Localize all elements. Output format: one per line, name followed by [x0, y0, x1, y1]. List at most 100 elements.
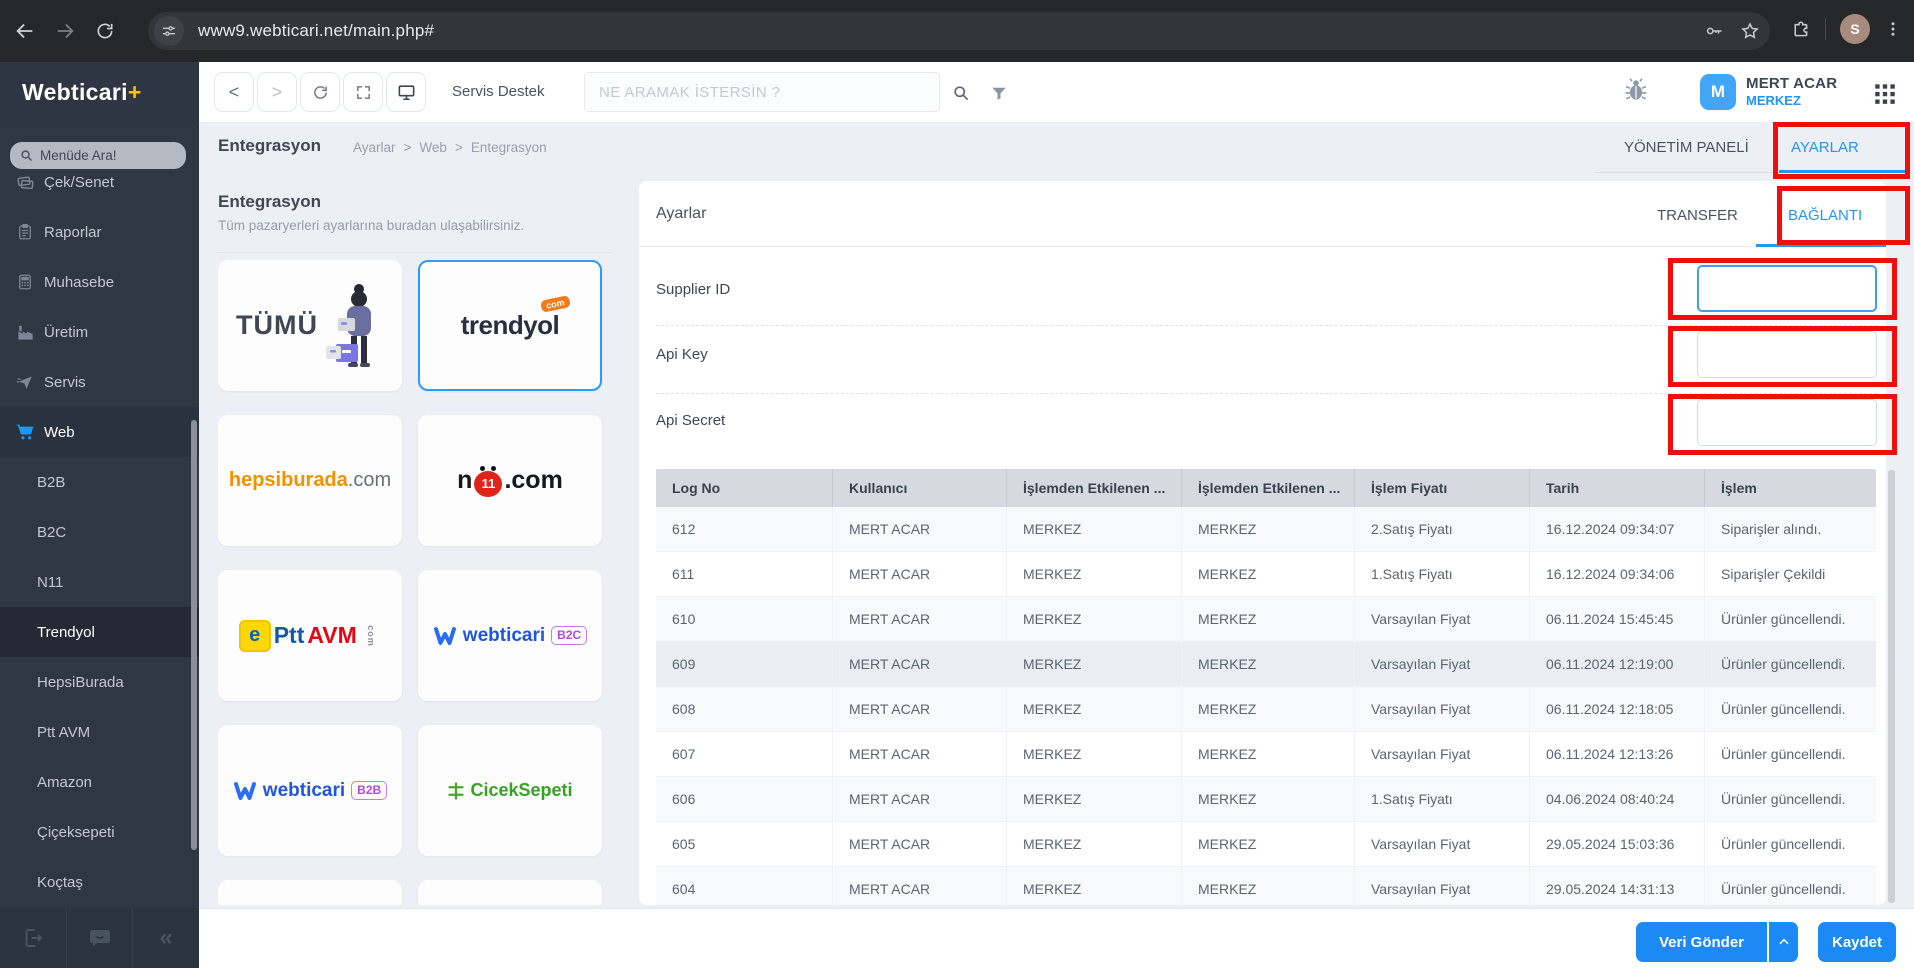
sidebar-item-amazon[interactable]: Amazon — [0, 757, 199, 807]
apps-grid-icon[interactable] — [1872, 80, 1898, 106]
tab-transfer[interactable]: TRANSFER — [1657, 207, 1738, 224]
column-header[interactable]: Kullanıcı — [833, 469, 1007, 507]
messages-icon[interactable] — [67, 908, 134, 968]
tab-baglanti[interactable]: BAĞLANTI — [1788, 207, 1862, 224]
column-header[interactable]: Tarih — [1530, 469, 1705, 507]
sidebar-item-n11[interactable]: N11 — [0, 557, 199, 607]
browser-forward-icon[interactable] — [50, 16, 80, 46]
veri-gonder-button[interactable]: Veri Gönder — [1636, 922, 1767, 962]
column-header[interactable]: Log No — [656, 469, 833, 507]
bookmark-star-icon[interactable] — [1740, 21, 1760, 41]
browser-address-bar[interactable]: www9.webticari.net/main.php# — [148, 12, 1770, 50]
password-key-icon[interactable] — [1704, 21, 1724, 41]
hepsiburada-logo: hepsiburada.com — [229, 469, 391, 492]
table-row[interactable]: 605MERT ACARMERKEZMERKEZVarsayılan Fiyat… — [656, 822, 1876, 867]
chrome-menu-icon[interactable] — [1884, 20, 1902, 38]
collapse-sidebar-icon[interactable]: « — [133, 908, 199, 968]
logout-icon[interactable] — [0, 908, 67, 968]
sidebar-item-muhasebe[interactable]: Muhasebe — [0, 257, 199, 307]
fullscreen-button[interactable] — [343, 72, 383, 112]
cell-user: MERT ACAR — [833, 642, 1007, 687]
app-back-button[interactable]: < — [214, 72, 254, 112]
sidebar-item-servis[interactable]: Servis — [0, 357, 199, 407]
global-search-field[interactable] — [584, 72, 940, 112]
sidebar-item-pttavm[interactable]: Ptt AVM — [0, 707, 199, 757]
cell-action: Ürünler güncellendi. — [1705, 867, 1876, 905]
sidebar-item-b2c[interactable]: B2C — [0, 507, 199, 557]
sidebar-item-cek-senet[interactable]: Çek/Senet — [0, 157, 199, 207]
browser-refresh-icon[interactable] — [90, 16, 120, 46]
tile-webticari-b2b[interactable]: webticari B2B — [218, 725, 402, 856]
global-search-input[interactable] — [585, 73, 967, 111]
tile-hepsiburada[interactable]: hepsiburada.com — [218, 415, 402, 546]
breadcrumb-item[interactable]: Ayarlar — [353, 140, 396, 155]
tile-n11[interactable]: n 11 .com — [418, 415, 602, 546]
column-header[interactable]: İşlem Fiyatı — [1355, 469, 1530, 507]
sidebar-item-b2b[interactable]: B2B — [0, 457, 199, 507]
app-refresh-button[interactable] — [300, 72, 340, 112]
breadcrumb-item[interactable]: Entegrasyon — [471, 140, 547, 155]
tile-partial[interactable] — [218, 880, 402, 905]
column-header[interactable]: İşlemden Etkilenen ... — [1182, 469, 1355, 507]
cell-user: MERT ACAR — [833, 822, 1007, 867]
tile-ciceksepeti[interactable]: CicekSepeti — [418, 725, 602, 856]
browser-profile-avatar[interactable]: S — [1840, 14, 1870, 44]
cell-affected1: MERKEZ — [1007, 507, 1182, 552]
table-row[interactable]: 609MERT ACARMERKEZMERKEZVarsayılan Fiyat… — [656, 642, 1876, 687]
url-text[interactable]: www9.webticari.net/main.php# — [198, 21, 434, 41]
table-row[interactable]: 604MERT ACARMERKEZMERKEZVarsayılan Fiyat… — [656, 867, 1876, 905]
sidebar-item-raporlar[interactable]: Raporlar — [0, 207, 199, 257]
sidebar-scrollbar[interactable] — [191, 420, 197, 850]
tile-pttavm[interactable]: e PttAVMcom — [218, 570, 402, 701]
breadcrumb: Ayarlar > Web > Entegrasyon — [353, 140, 547, 155]
sidebar-item-koctas[interactable]: Koçtaş — [0, 857, 199, 907]
kaydet-button[interactable]: Kaydet — [1818, 922, 1896, 962]
tile-tumu[interactable]: TÜMÜ — [218, 260, 402, 391]
sidebar-item-trendyol[interactable]: Trendyol — [0, 607, 199, 657]
panel-scrollbar[interactable] — [1888, 470, 1895, 903]
sidebar-item-label: B2C — [37, 524, 66, 541]
column-header[interactable]: İşlem — [1705, 469, 1876, 507]
tile-webticari-b2c[interactable]: webticari B2C — [418, 570, 602, 701]
webticari-b2c-logo: webticari B2C — [433, 625, 587, 647]
cell-action: Ürünler güncellendi. — [1705, 822, 1876, 867]
cell-affected1: MERKEZ — [1007, 597, 1182, 642]
chrome-divider — [1825, 18, 1826, 40]
browser-back-icon[interactable] — [10, 16, 40, 46]
extensions-puzzle-icon[interactable] — [1790, 19, 1811, 40]
column-header[interactable]: İşlemden Etkilenen ... — [1007, 469, 1182, 507]
table-row[interactable]: 607MERT ACARMERKEZMERKEZVarsayılan Fiyat… — [656, 732, 1876, 777]
sidebar-item-label: Amazon — [37, 774, 92, 791]
search-icon[interactable] — [948, 80, 974, 106]
supplier-id-input[interactable] — [1697, 265, 1877, 312]
table-row[interactable]: 610MERT ACARMERKEZMERKEZVarsayılan Fiyat… — [656, 597, 1876, 642]
field-label-api-secret: Api Secret — [656, 412, 725, 429]
table-row[interactable]: 608MERT ACARMERKEZMERKEZVarsayılan Fiyat… — [656, 687, 1876, 732]
monitor-button[interactable] — [386, 72, 426, 112]
cell-action: Ürünler güncellendi. — [1705, 732, 1876, 777]
debug-bug-icon[interactable] — [1622, 76, 1650, 104]
flower-asterisk-icon — [447, 782, 465, 800]
sidebar: Çek/Senet Raporlar Muhasebe Üretim — [0, 122, 199, 908]
tab-ayarlar[interactable]: AYARLAR — [1791, 139, 1859, 156]
api-secret-input[interactable] — [1697, 399, 1877, 446]
table-row[interactable]: 606MERT ACARMERKEZMERKEZ1.Satış Fiyatı04… — [656, 777, 1876, 822]
send-options-caret-button[interactable] — [1769, 922, 1798, 962]
sidebar-item-label: Ptt AVM — [37, 724, 90, 741]
sidebar-item-ciceksepeti[interactable]: Çiçeksepeti — [0, 807, 199, 857]
tile-partial[interactable] — [418, 880, 602, 905]
cell-date: 06.11.2024 12:19:00 — [1530, 642, 1705, 687]
filter-funnel-icon[interactable] — [986, 80, 1012, 106]
user-avatar[interactable]: M — [1700, 74, 1736, 110]
api-key-input[interactable] — [1697, 331, 1877, 378]
site-settings-icon[interactable] — [154, 16, 184, 46]
app-forward-button[interactable]: > — [257, 72, 297, 112]
tile-trendyol[interactable]: trendyolcom — [418, 260, 602, 391]
table-row[interactable]: 612MERT ACARMERKEZMERKEZ2.Satış Fiyatı16… — [656, 507, 1876, 552]
sidebar-item-uretim[interactable]: Üretim — [0, 307, 199, 357]
tab-yonetim-paneli[interactable]: YÖNETİM PANELİ — [1624, 139, 1749, 156]
table-row[interactable]: 611MERT ACARMERKEZMERKEZ1.Satış Fiyatı16… — [656, 552, 1876, 597]
sidebar-item-hepsiburada[interactable]: HepsiBurada — [0, 657, 199, 707]
breadcrumb-item[interactable]: Web — [419, 140, 447, 155]
sidebar-item-web[interactable]: Web — [0, 407, 199, 457]
